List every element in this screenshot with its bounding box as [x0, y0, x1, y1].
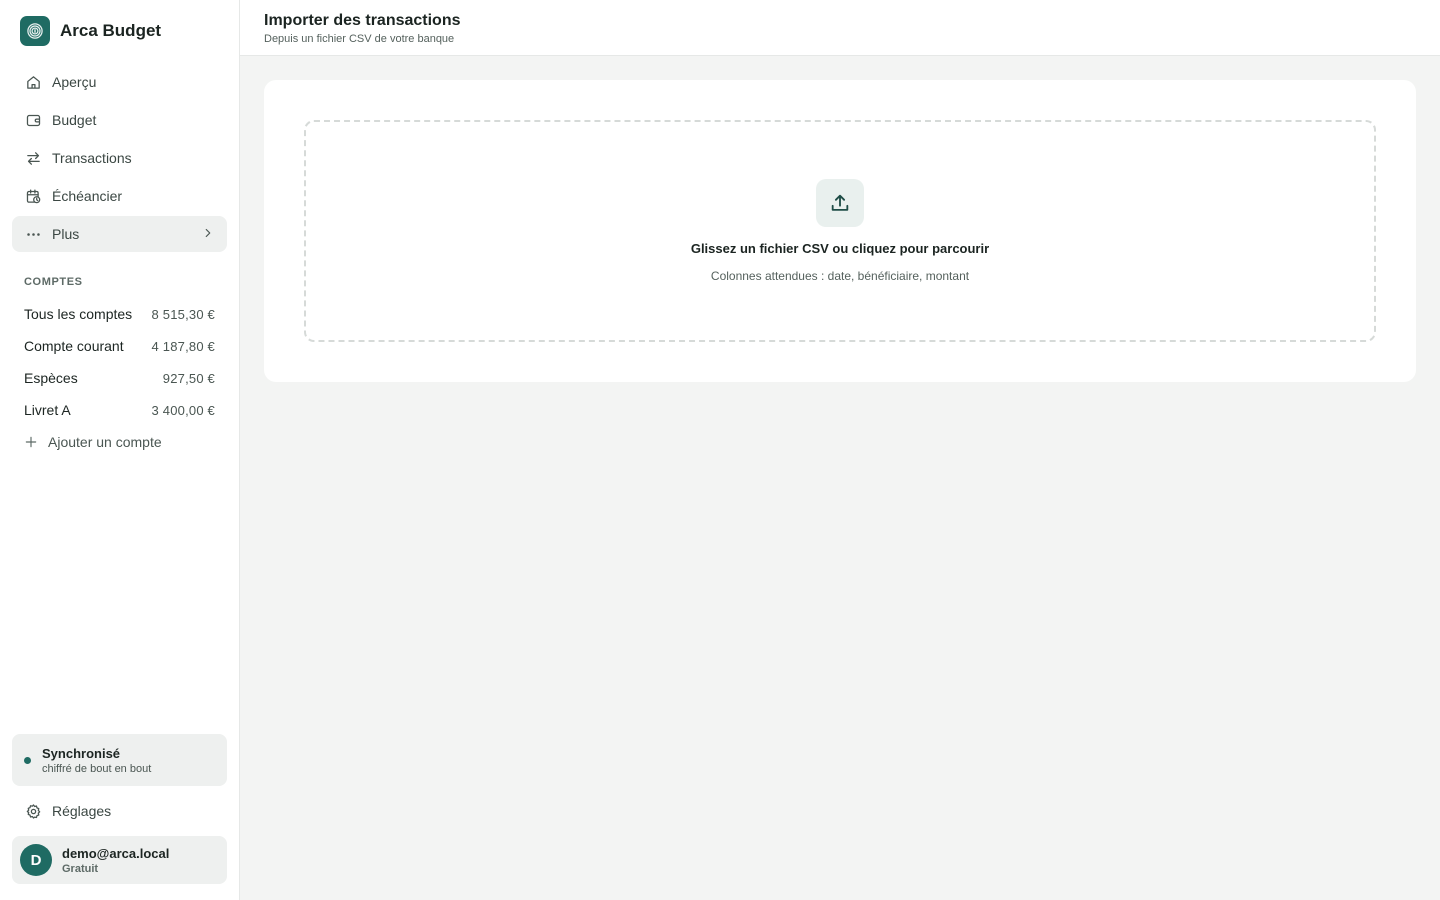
calendar-clock-icon — [24, 187, 42, 205]
main-nav: Aperçu Budget Transactions Échéancier Pl… — [12, 64, 227, 254]
user-email: demo@arca.local — [62, 845, 170, 861]
account-amount: 8 515,30 € — [151, 306, 215, 322]
accounts-section-title: COMPTES — [24, 276, 83, 288]
account-name: Tous les comptes — [24, 306, 133, 322]
user-profile[interactable]: D demo@arca.local Gratuit — [12, 836, 227, 884]
arrows-exchange-icon — [24, 149, 42, 167]
settings-link[interactable]: Réglages — [12, 793, 227, 829]
nav-item-plus[interactable]: Plus — [12, 216, 227, 252]
page-header: Importer des transactions Depuis un fich… — [240, 0, 1440, 56]
user-plan: Gratuit — [62, 862, 99, 875]
nav-label: Aperçu — [52, 74, 97, 90]
nav-label: Plus — [52, 226, 80, 242]
chevron-right-icon — [201, 226, 215, 243]
nav-item-budget[interactable]: Budget — [12, 102, 227, 138]
account-name: Compte courant — [24, 338, 124, 354]
sidebar: Arca Budget Aperçu Budget Transactions É… — [0, 0, 240, 900]
accounts-list: Tous les comptes 8 515,30 € Compte coura… — [12, 298, 227, 458]
page-subtitle: Depuis un fichier CSV de votre banque — [264, 33, 455, 45]
account-item-especes[interactable]: Espèces 927,50 € — [12, 362, 227, 394]
nav-label: Transactions — [52, 150, 132, 166]
page-title: Importer des transactions — [264, 12, 461, 29]
plus-icon — [24, 435, 38, 450]
nav-item-apercu[interactable]: Aperçu — [12, 64, 227, 100]
csv-dropzone[interactable]: Glissez un fichier CSV ou cliquez pour p… — [304, 120, 1376, 342]
more-dots-icon — [24, 225, 42, 243]
account-name: Espèces — [24, 370, 78, 386]
account-amount: 3 400,00 € — [151, 402, 215, 418]
account-name: Livret A — [24, 402, 71, 418]
sync-status-dot — [24, 756, 31, 764]
dropzone-subtitle: Colonnes attendues : date, bénéficiaire,… — [710, 269, 970, 283]
sync-status-subtitle: chiffré de bout en bout — [42, 762, 152, 775]
add-account-button[interactable]: Ajouter un compte — [12, 426, 227, 458]
nav-label: Budget — [52, 112, 97, 128]
add-account-label: Ajouter un compte — [48, 434, 162, 450]
sync-status-title: Synchronisé — [42, 745, 121, 761]
brand[interactable]: Arca Budget — [12, 0, 227, 62]
upload-icon — [816, 179, 864, 227]
account-amount: 927,50 € — [162, 370, 215, 386]
content: Glissez un fichier CSV ou cliquez pour p… — [240, 56, 1440, 406]
nav-item-transactions[interactable]: Transactions — [12, 140, 227, 176]
brand-name: Arca Budget — [60, 21, 162, 40]
nav-label: Échéancier — [52, 188, 123, 204]
sync-status: Synchronisé chiffré de bout en bout — [12, 734, 227, 786]
account-item-all[interactable]: Tous les comptes 8 515,30 € — [12, 298, 227, 330]
account-item-livret-a[interactable]: Livret A 3 400,00 € — [12, 394, 227, 426]
wallet-icon — [24, 111, 42, 129]
home-icon — [24, 73, 42, 91]
account-item-courant[interactable]: Compte courant 4 187,80 € — [12, 330, 227, 362]
avatar: D — [20, 844, 52, 876]
main-area: Importer des transactions Depuis un fich… — [240, 0, 1440, 900]
app-shell: Arca Budget Aperçu Budget Transactions É… — [0, 0, 1440, 900]
nav-item-echeancier[interactable]: Échéancier — [12, 178, 227, 214]
import-card: Glissez un fichier CSV ou cliquez pour p… — [264, 80, 1416, 382]
fingerprint-icon — [20, 16, 50, 46]
gear-icon — [24, 802, 42, 820]
dropzone-title: Glissez un fichier CSV ou cliquez pour p… — [690, 241, 990, 256]
settings-label: Réglages — [52, 803, 112, 819]
account-amount: 4 187,80 € — [151, 338, 215, 354]
